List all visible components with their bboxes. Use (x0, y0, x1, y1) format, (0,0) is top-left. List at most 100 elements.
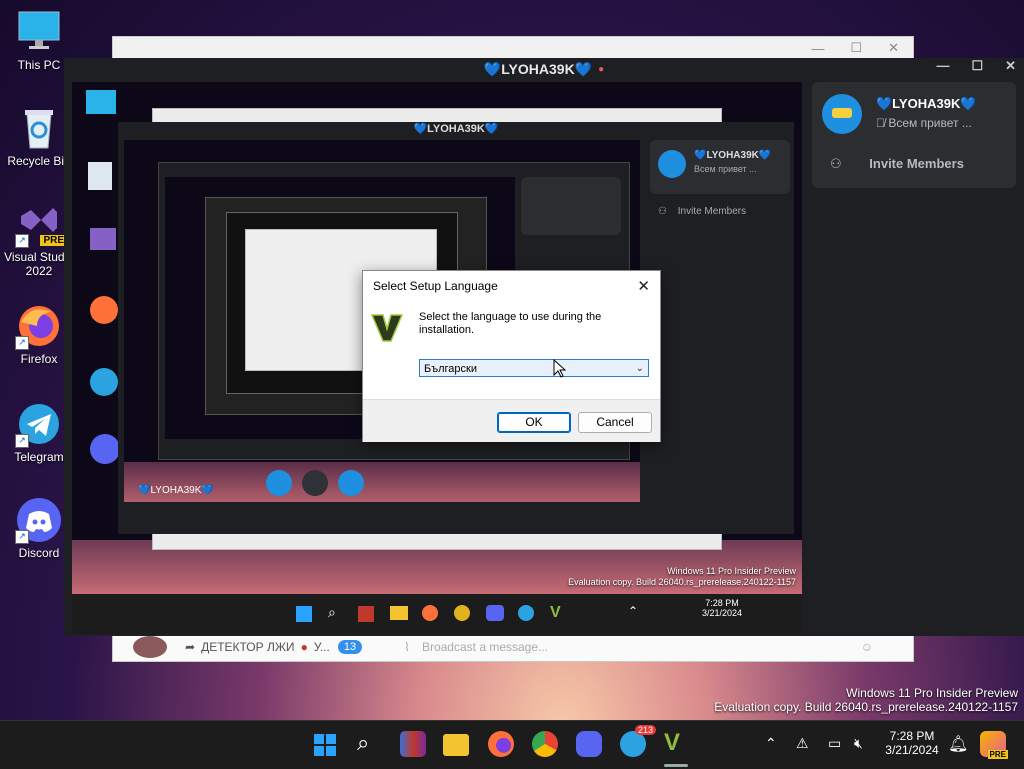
winrar-icon[interactable] (400, 731, 426, 757)
mic-muted-icon: 🎙̸ (876, 116, 885, 130)
nested-window-title: 💙LYOHA39K💙 (413, 123, 499, 135)
visual-studio-icon (90, 228, 116, 250)
firefox-icon[interactable] (488, 731, 514, 757)
mouse-cursor-icon (553, 359, 567, 378)
chevron-down-icon: ⌄ (635, 363, 644, 374)
caller-card[interactable]: 💙LYOHA39K💙 🎙̸ Всем привет ... ⚇ Invite M… (812, 82, 1016, 188)
bell-icon[interactable]: 🔔︎ (948, 734, 968, 754)
winrar-icon (358, 606, 374, 622)
telegram-badge: 213 (634, 725, 656, 735)
caller-name: 💙LYOHA39K💙 (694, 150, 772, 161)
window-caption: — ☐ ✕ (113, 37, 913, 59)
invite-label: Invite Members (677, 206, 747, 217)
add-person-icon: ⚇ (830, 156, 842, 171)
watermark-line1: Windows 11 Pro Insider Preview (846, 686, 1018, 700)
minimize-button[interactable]: — (936, 58, 949, 74)
start-icon (296, 606, 312, 622)
nested-mic-button (338, 470, 364, 496)
stream-taskbar: ⌕ V ⌃ 7:28 PM 3/21/2024 (72, 594, 802, 634)
language-select[interactable]: Български ⌄ (419, 359, 649, 377)
chrome-icon (454, 605, 470, 621)
visual-studio-icon: PRE ↗ (15, 202, 67, 248)
attach-icon[interactable]: ⌇ (404, 640, 410, 654)
caller-avatar (822, 94, 862, 134)
firefox-icon: ↗ (15, 304, 61, 350)
avatar (658, 150, 686, 178)
watermark-line2: Evaluation copy. Build 26040.rs_prerelea… (568, 577, 796, 587)
dialog-prompt: Select the language to use during the in… (419, 311, 602, 336)
desktop-watermark: Windows 11 Pro Insider Preview Evaluatio… (714, 686, 1018, 714)
file-explorer-icon (390, 606, 408, 620)
maximize-button[interactable]: ☐ (971, 58, 983, 74)
emoji-icon: ● (300, 640, 308, 654)
chat-title: ДЕТЕКТОР ЛЖИ (201, 640, 295, 654)
network-off-icon[interactable]: ⚠ (796, 735, 809, 752)
cancel-button[interactable]: Cancel (578, 412, 652, 433)
copilot-icon[interactable]: PRE (980, 731, 1008, 759)
nested-caller-card (521, 177, 621, 235)
search-icon[interactable]: ⌕ (357, 730, 369, 756)
watermark-line2: Evaluation copy. Build 26040.rs_prerelea… (714, 700, 1018, 714)
gta-v-logo-icon (371, 314, 403, 342)
add-person-icon: ⚇ (658, 206, 667, 217)
dialog-body: Select the language to use during the in… (363, 301, 660, 399)
watermark-line1: Windows 11 Pro Insider Preview (667, 566, 796, 576)
close-button[interactable]: ✕ (888, 40, 899, 56)
search-icon: ⌕ (328, 604, 336, 620)
nested-screen-share-button (266, 470, 292, 496)
stream-clock-time: 7:28 PM (705, 598, 739, 608)
dialog-title: Select Setup Language (373, 279, 498, 293)
broadcast-footer: ➦ ДЕТЕКТОР ЛЖИ ● У... 13 ⌇ Broadcast a m… (113, 632, 913, 661)
stream-clock-date: 3/21/2024 (702, 608, 743, 618)
emoji-picker-icon[interactable]: ☺ (861, 640, 873, 654)
shortcut-arrow-icon: ↗ (15, 530, 29, 544)
discord-icon (486, 605, 504, 621)
start-icon[interactable] (314, 734, 336, 756)
nested-wallpaper (124, 462, 640, 502)
monitor-icon (17, 10, 61, 54)
selected-language: Български (424, 363, 477, 375)
telegram-icon (518, 605, 534, 621)
gta-icon[interactable]: V (664, 729, 680, 757)
nested-camera-button (302, 470, 328, 496)
minimize-button[interactable]: — (811, 41, 824, 56)
avatar (133, 636, 167, 658)
stream-watermark: Windows 11 Pro Insider Preview Evaluatio… (568, 566, 796, 588)
discord-icon[interactable] (576, 731, 602, 757)
volume-muted-icon[interactable]: 🔇︎ (854, 735, 863, 752)
caller-status: Всем привет ... (888, 116, 972, 130)
taskbar: ⌕ 213 V ⌃ ⚠ ▭ 🔇︎ 7:28 PM 3/21/2024 🔔︎ PR… (0, 720, 1024, 769)
taskbar-clock[interactable]: 7:28 PM 3/21/2024 (880, 729, 944, 757)
file-explorer-icon[interactable] (443, 734, 469, 756)
invite-members-button[interactable]: ⚇ Invite Members (830, 156, 964, 172)
telegram-icon: ↗ (15, 402, 61, 448)
reply-arrow-icon: ➦ (185, 640, 196, 654)
invite-label: Invite Members (869, 156, 964, 171)
recycle-bin-icon (88, 162, 112, 190)
close-icon[interactable]: ✕ (637, 277, 650, 295)
maximize-button[interactable]: ☐ (850, 40, 862, 56)
shortcut-arrow-icon: ↗ (15, 434, 29, 448)
recycle-bin-icon (17, 106, 61, 150)
firefox-icon (90, 296, 118, 324)
setup-language-dialog[interactable]: Select Setup Language ✕ Select the langu… (362, 270, 661, 442)
clock-date: 3/21/2024 (885, 743, 939, 757)
clock-time: 7:28 PM (889, 729, 935, 743)
display-icon[interactable]: ▭ (828, 735, 841, 752)
chrome-icon[interactable] (532, 731, 558, 757)
telegram-icon[interactable]: 213 (620, 725, 656, 757)
nested-bottom-label: 💙LYOHA39K💙 (138, 485, 214, 496)
close-button[interactable]: ✕ (1005, 58, 1016, 74)
stream-clock: 7:28 PM 3/21/2024 (702, 598, 742, 618)
gta-icon: V (550, 604, 561, 621)
ok-button[interactable]: OK (497, 412, 571, 433)
copilot-badge: PRE (987, 750, 1008, 759)
composer-input[interactable]: Broadcast a message... (422, 640, 548, 654)
caller-status: Всем привет ... (694, 164, 757, 174)
window-titlebar: 💙LYOHA39K💙 ● — ☐ ✕ (64, 58, 1024, 80)
caller-name: 💙LYOHA39K💙 (876, 96, 977, 111)
discord-icon: ↗ (15, 498, 61, 544)
chevron-up-icon[interactable]: ⌃ (765, 735, 777, 752)
unread-badge: 13 (337, 640, 363, 654)
telegram-icon (90, 368, 118, 396)
